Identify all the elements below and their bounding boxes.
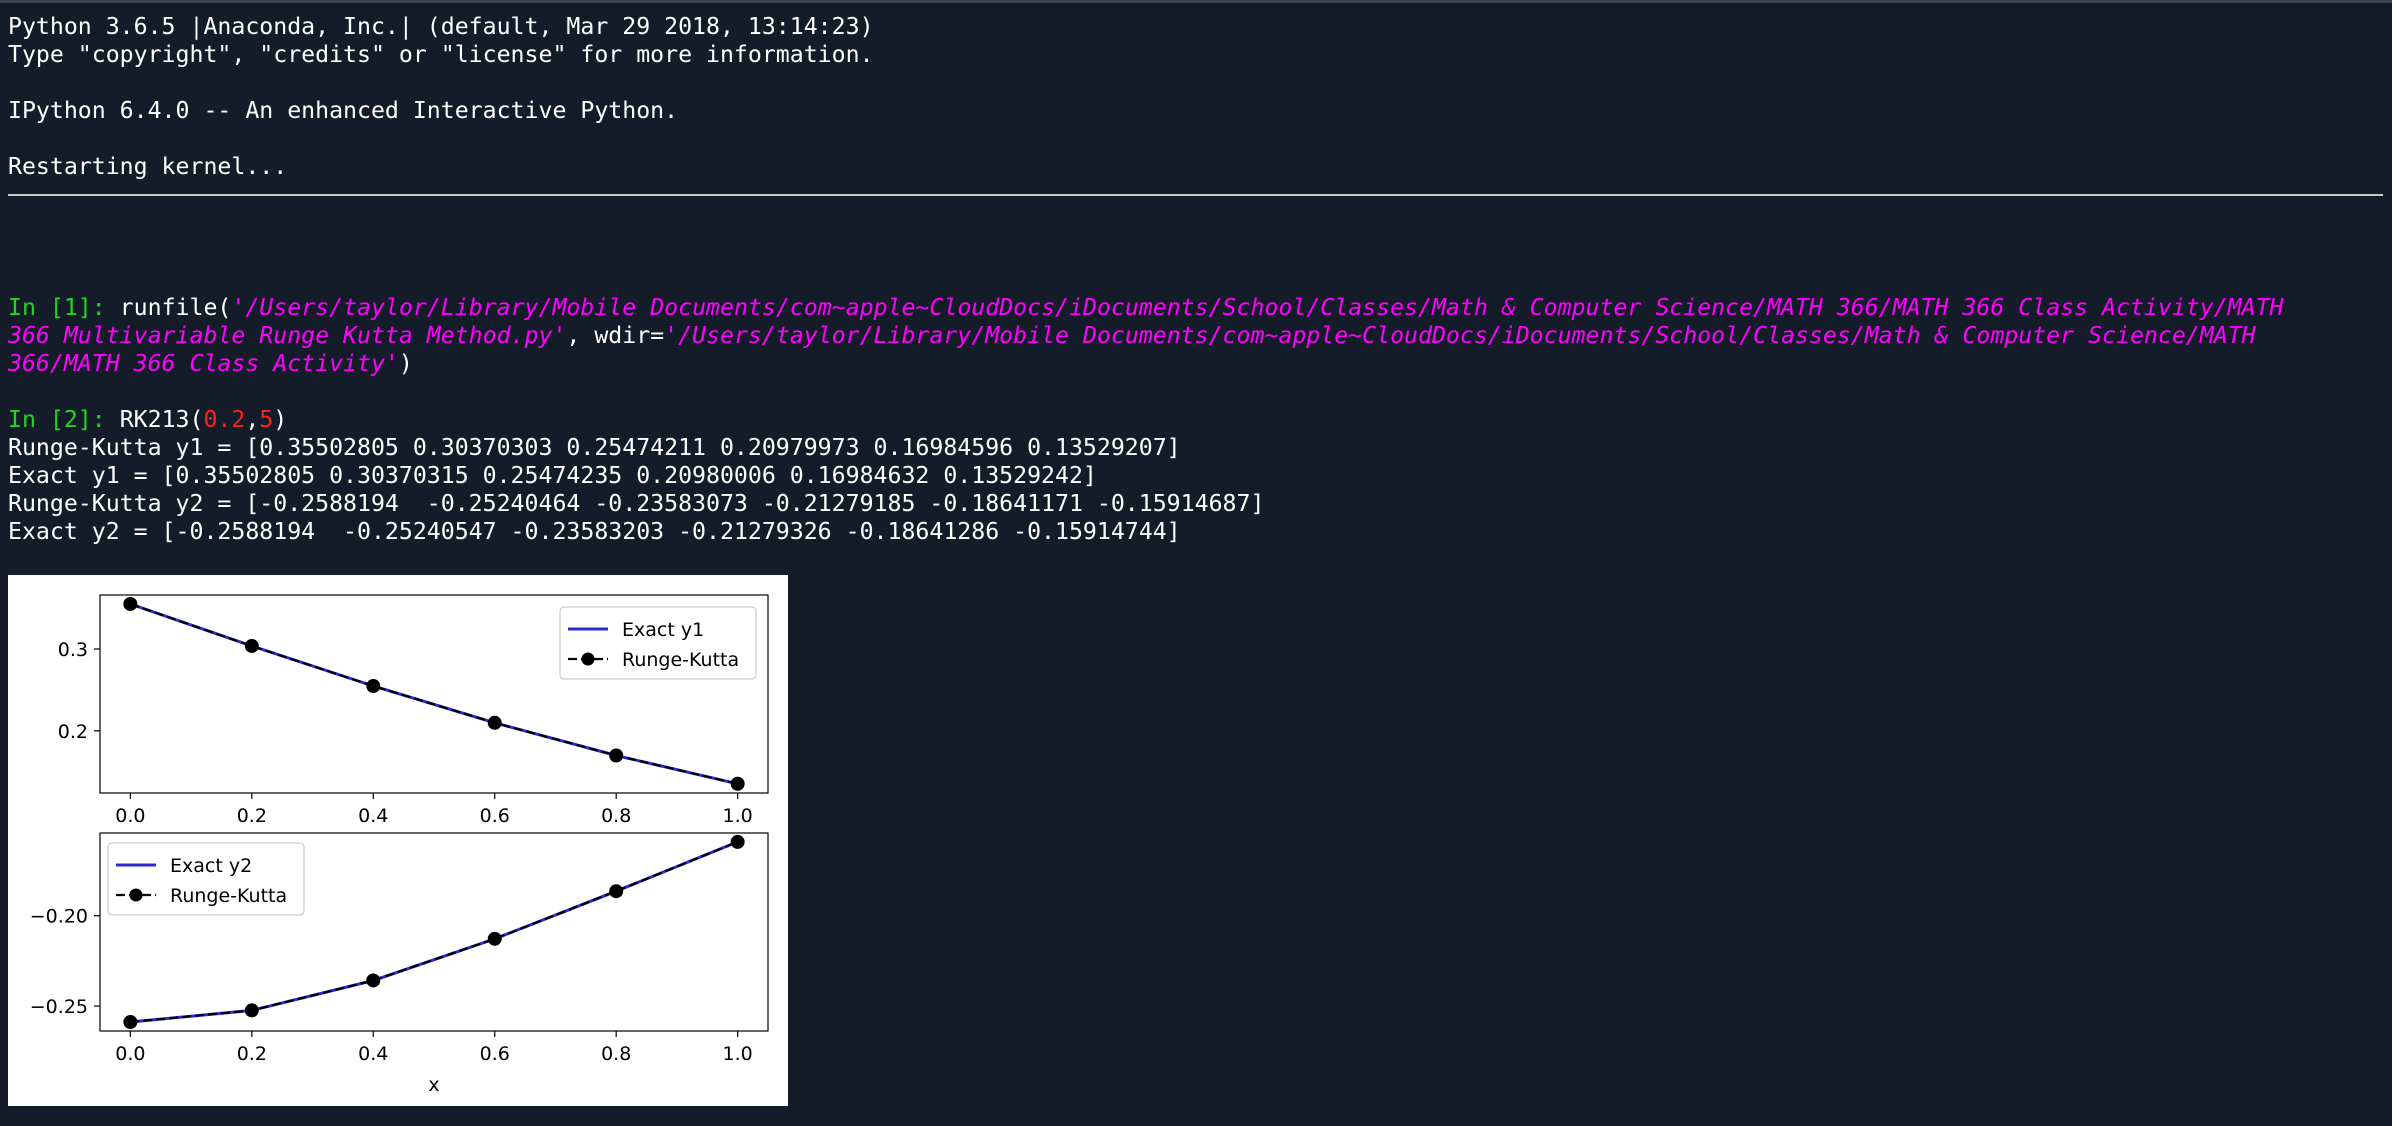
code-string: 366/MATH 366 Class Activity' <box>8 350 399 377</box>
code-function-call: runfile( <box>119 294 232 321</box>
restart-message: Restarting kernel... <box>8 153 288 180</box>
series-rk-point <box>609 884 624 899</box>
code-number: 0.2 <box>203 406 246 433</box>
series-rk-point <box>730 834 745 849</box>
x-tick-label: 1.0 <box>723 1043 753 1065</box>
legend-rk-marker <box>129 888 143 902</box>
series-rk-point <box>730 776 745 791</box>
output-line: Exact y1 = [0.35502805 0.30370315 0.2547… <box>8 462 1097 489</box>
x-axis-label: x <box>428 1074 439 1096</box>
x-tick-label: 0.2 <box>237 1043 267 1065</box>
code-string: 366 Multivariable Runge Kutta Method.py' <box>8 322 567 349</box>
cell2-input-line: In [2]: RK213(0.2,5) <box>8 406 287 434</box>
ipython-console[interactable]: Python 3.6.5 |Anaconda, Inc.| (default, … <box>0 0 2392 1126</box>
x-tick-label: 0.0 <box>115 805 145 827</box>
cell1-line1: In [1]: runfile('/Users/taylor/Library/M… <box>8 294 2284 322</box>
x-tick-label: 0.4 <box>358 1043 388 1065</box>
series-rk-point <box>487 931 502 946</box>
code-comma: , <box>245 406 260 433</box>
code-function-call: RK213( <box>119 406 204 433</box>
legend-exact-label: Exact y2 <box>170 855 252 877</box>
y-tick-label: −0.20 <box>30 906 88 928</box>
series-rk-point <box>123 1015 138 1030</box>
series-rk-point <box>244 638 259 653</box>
output-line: Runge-Kutta y2 = [-0.2588194 -0.25240464… <box>8 490 1265 517</box>
y-tick-label: −0.25 <box>30 996 88 1018</box>
output-line: Runge-Kutta y1 = [0.35502805 0.30370303 … <box>8 434 1181 461</box>
code-paren: ) <box>398 350 413 377</box>
x-tick-label: 0.2 <box>237 805 267 827</box>
cell1-line2: 366 Multivariable Runge Kutta Method.py'… <box>8 322 2256 350</box>
x-tick-label: 0.8 <box>601 1043 631 1065</box>
series-rk-point <box>123 596 138 611</box>
series-rk-point <box>366 973 381 988</box>
banner-version-line: Python 3.6.5 |Anaconda, Inc.| (default, … <box>8 13 874 40</box>
plot-svg: 0.0 0.2 0.4 0.6 0.8 1.0 0.3 0.2 Exact y1 Runge-Ku… <box>30 594 769 1096</box>
x-tick-label: 0.6 <box>480 805 510 827</box>
output-line: Exact y2 = [-0.2588194 -0.25240547 -0.23… <box>8 518 1181 545</box>
cell1-line3: 366/MATH 366 Class Activity') <box>8 350 413 378</box>
code-keyword-arg: , wdir= <box>566 322 665 349</box>
code-paren: ) <box>273 406 288 433</box>
x-tick-label: 0.8 <box>601 805 631 827</box>
y-tick-label: 0.3 <box>58 639 88 661</box>
series-rk-point <box>487 715 502 730</box>
code-string: '/Users/taylor/Library/Mobile Documents/… <box>231 294 2284 321</box>
x-tick-label: 0.4 <box>358 805 388 827</box>
restart-separator <box>8 194 2383 196</box>
x-tick-label: 1.0 <box>723 805 753 827</box>
input-prompt: In [1]: <box>8 294 106 321</box>
input-prompt: In [2]: <box>8 406 106 433</box>
x-tick-label: 0.0 <box>115 1043 145 1065</box>
banner-info-line: Type "copyright", "credits" or "license"… <box>8 41 874 68</box>
legend-rk-label: Runge-Kutta <box>622 649 739 671</box>
y-tick-label: 0.2 <box>58 721 88 743</box>
x-tick-label: 0.6 <box>480 1043 510 1065</box>
code-number: 5 <box>259 406 274 433</box>
legend-rk-label: Runge-Kutta <box>170 885 287 907</box>
series-rk-point <box>609 748 624 763</box>
legend-rk-marker <box>581 652 595 666</box>
plot-figure: 0.0 0.2 0.4 0.6 0.8 1.0 0.3 0.2 Exact y1 Runge-Ku… <box>8 575 788 1106</box>
series-rk-point <box>366 679 381 694</box>
legend-exact-label: Exact y1 <box>622 619 704 641</box>
series-rk-point <box>244 1003 259 1018</box>
banner-ipython-line: IPython 6.4.0 -- An enhanced Interactive… <box>8 97 679 124</box>
code-string: '/Users/taylor/Library/Mobile Documents/… <box>664 322 2256 349</box>
